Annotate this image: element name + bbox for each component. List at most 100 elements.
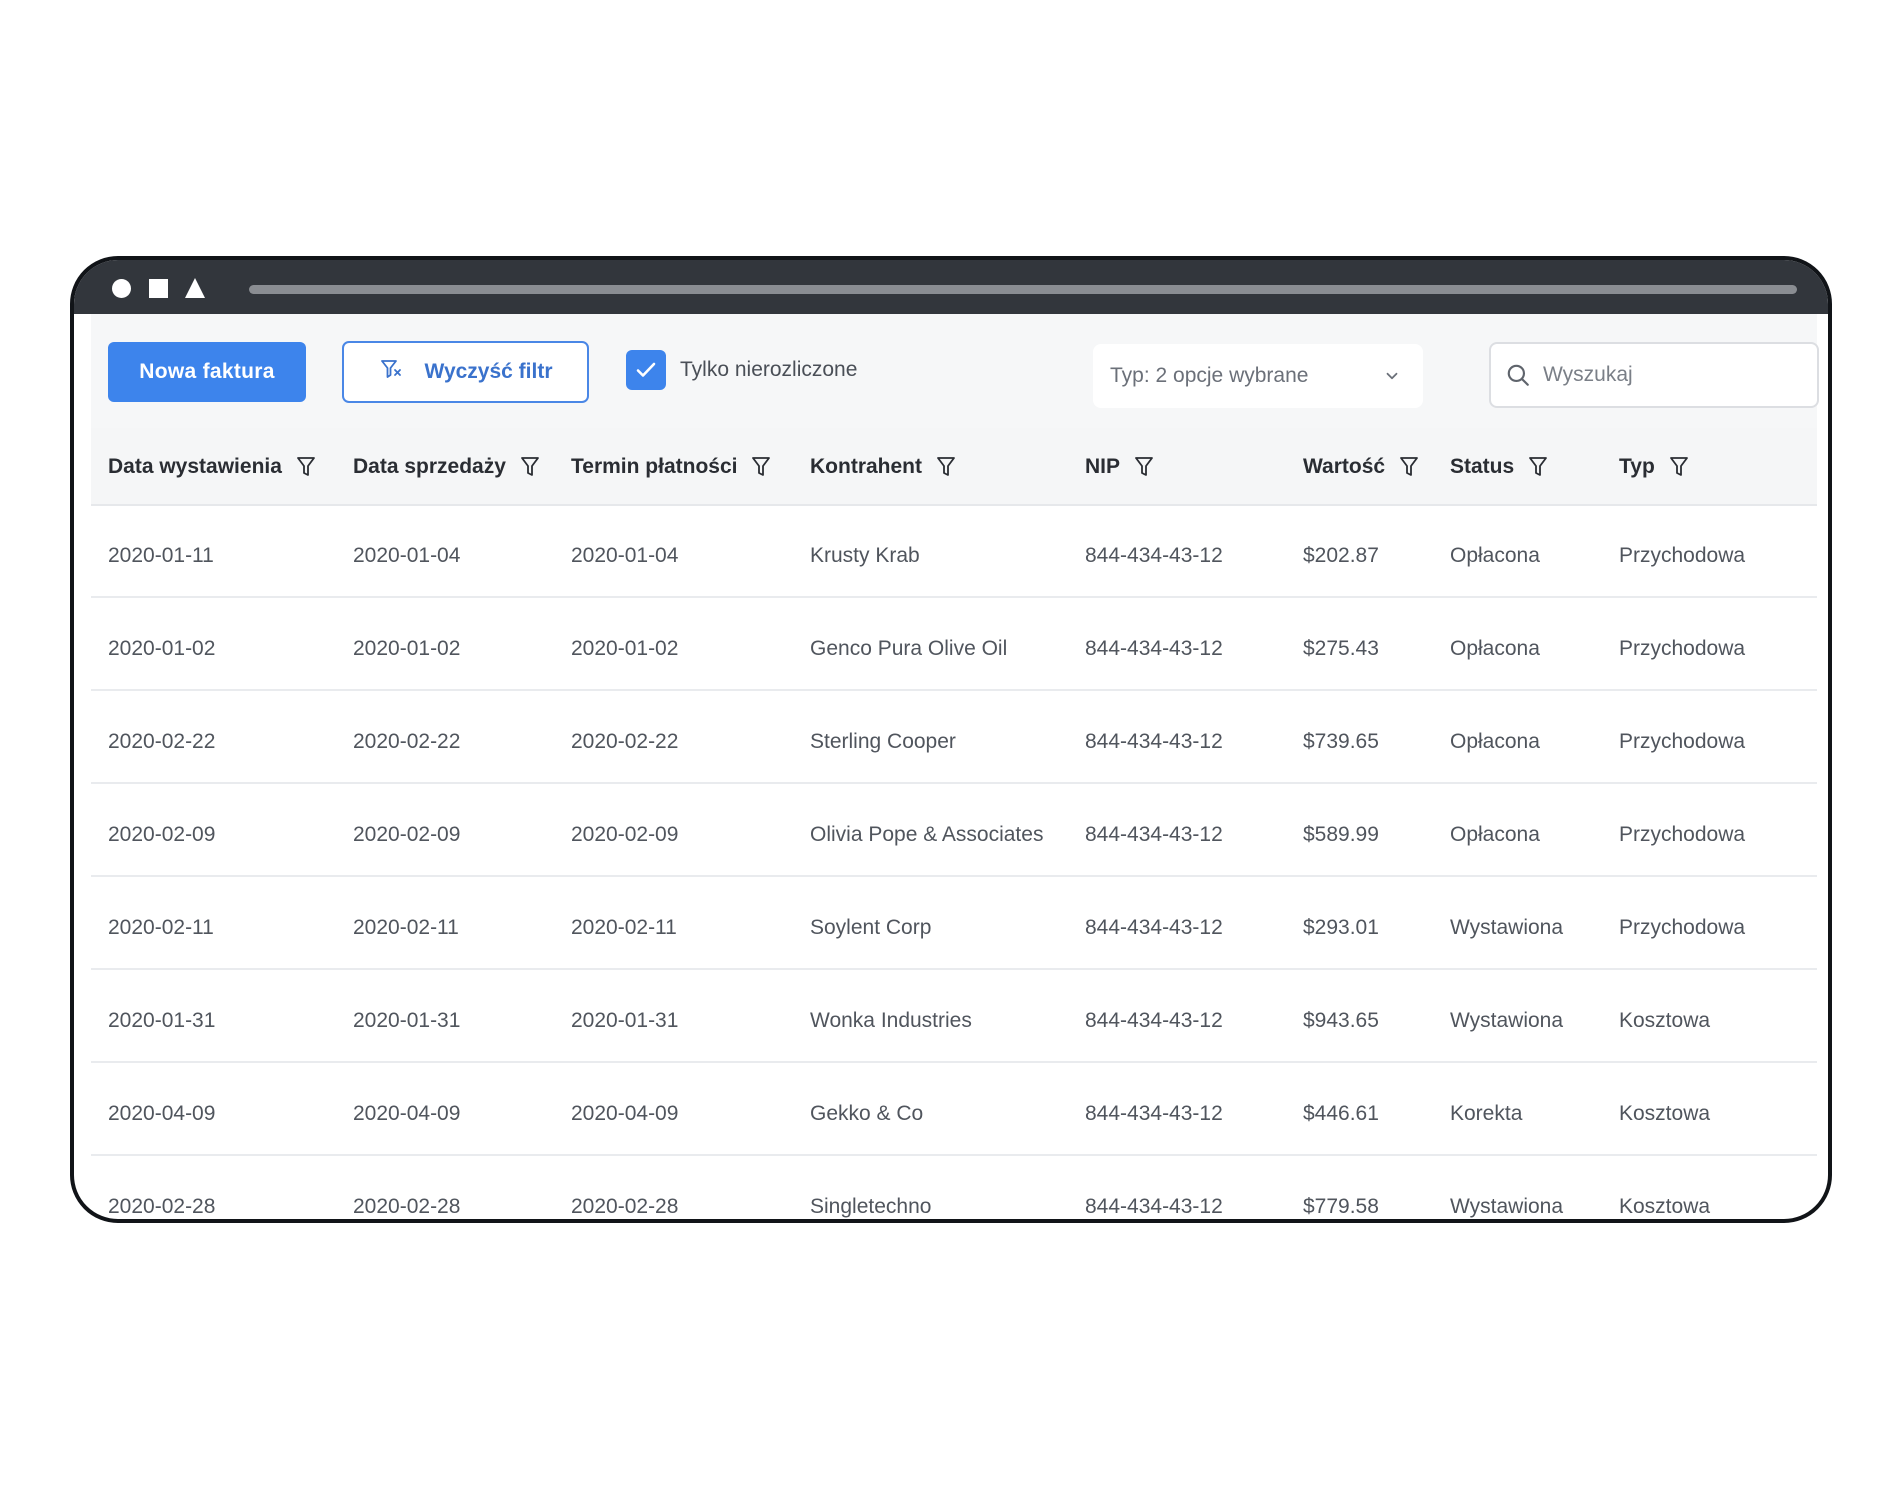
filter-icon[interactable] xyxy=(936,455,956,479)
cell-sale-date: 2020-04-09 xyxy=(353,1101,461,1125)
cell-value: $275.43 xyxy=(1303,636,1379,660)
filter-icon[interactable] xyxy=(520,455,540,479)
cell-value: $446.61 xyxy=(1303,1101,1379,1125)
search-input[interactable] xyxy=(1543,363,1783,387)
cell-sale-date: 2020-01-02 xyxy=(353,636,461,660)
column-header-value[interactable]: Wartość xyxy=(1303,428,1419,506)
cell-payment-due: 2020-02-22 xyxy=(571,729,679,753)
filter-icon[interactable] xyxy=(1669,455,1689,479)
column-header-status[interactable]: Status xyxy=(1450,428,1548,506)
cell-nip: 844-434-43-12 xyxy=(1085,1194,1223,1218)
table-row[interactable]: 2020-02-09 2020-02-09 2020-02-09 Olivia … xyxy=(91,784,1817,877)
toolbar: Nowa faktura Wyczyść filtr Tylko nierozl… xyxy=(91,314,1819,428)
cell-value: $293.01 xyxy=(1303,915,1379,939)
filter-icon[interactable] xyxy=(1134,455,1154,479)
table-row[interactable]: 2020-02-28 2020-02-28 2020-02-28 Singlet… xyxy=(91,1156,1817,1219)
table-body: 2020-01-11 2020-01-04 2020-01-04 Krusty … xyxy=(91,506,1817,1219)
column-header-nip[interactable]: NIP xyxy=(1085,428,1154,506)
only-unsettled-checkbox[interactable] xyxy=(626,350,666,390)
cell-payment-due: 2020-01-02 xyxy=(571,636,679,660)
cell-sale-date: 2020-02-22 xyxy=(353,729,461,753)
cell-payment-due: 2020-04-09 xyxy=(571,1101,679,1125)
table-row[interactable]: 2020-04-09 2020-04-09 2020-04-09 Gekko &… xyxy=(91,1063,1817,1156)
app-window: Nowa faktura Wyczyść filtr Tylko nierozl… xyxy=(70,256,1832,1223)
cell-value: $779.58 xyxy=(1303,1194,1379,1218)
cell-nip: 844-434-43-12 xyxy=(1085,915,1223,939)
type-select[interactable]: Typ: 2 opcje wybrane xyxy=(1093,344,1423,408)
cell-sale-date: 2020-02-09 xyxy=(353,822,461,846)
cell-contractor: Genco Pura Olive Oil xyxy=(810,636,1008,660)
check-icon xyxy=(636,362,656,377)
cell-contractor: Gekko & Co xyxy=(810,1101,924,1125)
cell-issue-date: 2020-01-02 xyxy=(108,636,216,660)
cell-nip: 844-434-43-12 xyxy=(1085,822,1223,846)
cell-contractor: Krusty Krab xyxy=(810,544,920,567)
filter-icon[interactable] xyxy=(1399,455,1419,479)
column-header-type[interactable]: Typ xyxy=(1619,428,1689,506)
only-unsettled-toggle[interactable]: Tylko nierozliczone xyxy=(626,350,857,390)
cell-sale-date: 2020-01-31 xyxy=(353,1008,461,1032)
column-header-label: NIP xyxy=(1085,455,1121,478)
column-header-label: Status xyxy=(1450,455,1515,478)
cell-nip: 844-434-43-12 xyxy=(1085,636,1223,660)
table-row[interactable]: 2020-01-31 2020-01-31 2020-01-31 Wonka I… xyxy=(91,970,1817,1063)
cell-nip: 844-434-43-12 xyxy=(1085,729,1223,753)
cell-value: $202.87 xyxy=(1303,544,1379,567)
cell-issue-date: 2020-02-28 xyxy=(108,1194,216,1218)
column-header-contractor[interactable]: Kontrahent xyxy=(810,428,956,506)
cell-contractor: Soylent Corp xyxy=(810,915,932,939)
column-header-payment-due[interactable]: Termin płatności xyxy=(571,428,771,506)
new-invoice-button[interactable]: Nowa faktura xyxy=(108,342,306,402)
clear-filter-label: Wyczyść filtr xyxy=(424,360,553,383)
cell-contractor: Olivia Pope & Associates xyxy=(810,822,1044,846)
table-row[interactable]: 2020-01-02 2020-01-02 2020-01-02 Genco P… xyxy=(91,598,1817,691)
chevron-down-icon xyxy=(1386,372,1398,380)
table-row[interactable]: 2020-02-11 2020-02-11 2020-02-11 Soylent… xyxy=(91,877,1817,970)
cell-issue-date: 2020-04-09 xyxy=(108,1101,216,1125)
column-header-label: Wartość xyxy=(1303,455,1386,478)
cell-type: Przychodowa xyxy=(1619,729,1746,753)
address-bar xyxy=(249,285,1797,294)
cell-type: Kosztowa xyxy=(1619,1008,1711,1032)
cell-status: Opłacona xyxy=(1450,729,1540,753)
search-box[interactable] xyxy=(1489,342,1819,408)
cell-contractor: Singletechno xyxy=(810,1194,932,1218)
column-header-sale-date[interactable]: Data sprzedaży xyxy=(353,428,540,506)
clear-filter-icon xyxy=(379,357,403,387)
clear-filter-button[interactable]: Wyczyść filtr xyxy=(342,341,589,403)
table-row[interactable]: 2020-02-22 2020-02-22 2020-02-22 Sterlin… xyxy=(91,691,1817,784)
cell-nip: 844-434-43-12 xyxy=(1085,1101,1223,1125)
column-header-issue-date[interactable]: Data wystawienia xyxy=(108,428,316,506)
cell-type: Przychodowa xyxy=(1619,822,1746,846)
cell-type: Przychodowa xyxy=(1619,544,1746,567)
cell-value: $739.65 xyxy=(1303,729,1379,753)
filter-icon[interactable] xyxy=(296,455,316,479)
cell-type: Przychodowa xyxy=(1619,636,1746,660)
cell-status: Wystawiona xyxy=(1450,915,1564,939)
cell-payment-due: 2020-02-28 xyxy=(571,1194,679,1218)
table-header: Data wystawienia Data sprzedaży Termin p… xyxy=(91,428,1817,506)
cell-payment-due: 2020-02-11 xyxy=(571,915,677,939)
cell-sale-date: 2020-01-04 xyxy=(353,544,461,567)
column-header-label: Kontrahent xyxy=(810,455,922,478)
only-unsettled-label: Tylko nierozliczone xyxy=(680,358,858,381)
cell-nip: 844-434-43-12 xyxy=(1085,1008,1223,1032)
cell-type: Kosztowa xyxy=(1619,1194,1711,1218)
cell-sale-date: 2020-02-28 xyxy=(353,1194,461,1218)
table-row[interactable]: 2020-01-11 2020-01-04 2020-01-04 Krusty … xyxy=(91,506,1817,598)
search-icon xyxy=(1507,364,1529,386)
cell-nip: 844-434-43-12 xyxy=(1085,544,1223,567)
cell-issue-date: 2020-02-22 xyxy=(108,729,216,753)
type-select-value: Typ: 2 opcje wybrane xyxy=(1110,364,1309,387)
filter-icon[interactable] xyxy=(751,455,771,479)
cell-sale-date: 2020-02-11 xyxy=(353,915,459,939)
cell-contractor: Sterling Cooper xyxy=(810,729,956,753)
cell-payment-due: 2020-01-04 xyxy=(571,544,679,567)
square-icon xyxy=(149,279,168,298)
circle-icon xyxy=(112,279,131,298)
filter-icon[interactable] xyxy=(1528,455,1548,479)
cell-status: Opłacona xyxy=(1450,822,1540,846)
triangle-icon xyxy=(185,278,205,298)
cell-status: Wystawiona xyxy=(1450,1194,1564,1218)
cell-issue-date: 2020-02-11 xyxy=(108,915,214,939)
